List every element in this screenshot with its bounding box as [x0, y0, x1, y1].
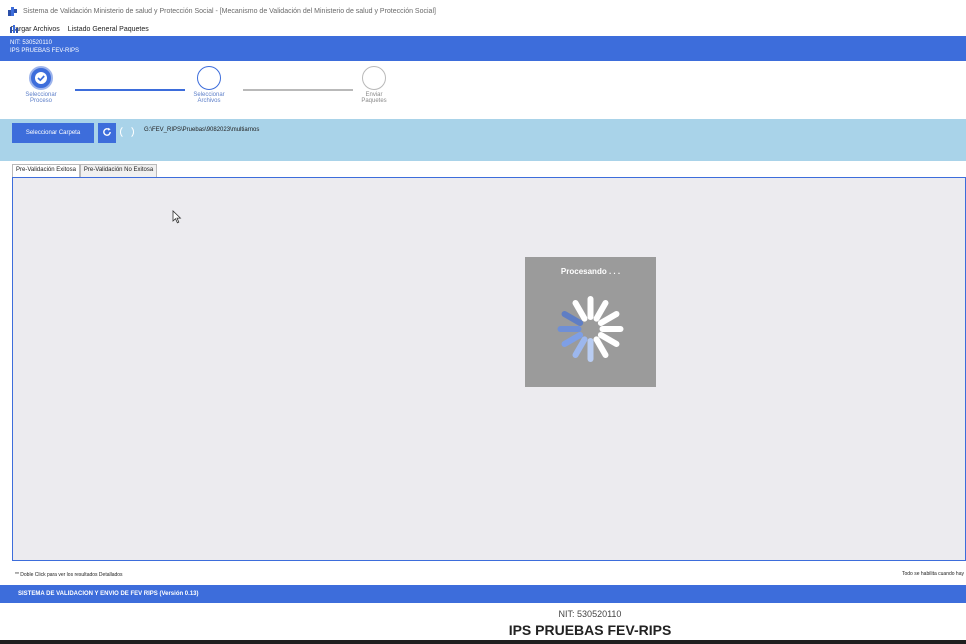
step-enviar-paquetes[interactable]: Enviar Paquetes: [339, 66, 409, 104]
window-title: Sistema de Validación Ministerio de salu…: [23, 7, 436, 15]
double-click-hint: ** Doble Click para ver los resultados D…: [15, 572, 123, 578]
spinner-spoke: [597, 311, 620, 326]
results-panel[interactable]: [12, 177, 966, 561]
mouse-pointer-icon: [172, 210, 182, 229]
step-connector: [243, 89, 353, 91]
footer-ips-name: IPS PRUEBAS FEV-RIPS: [508, 622, 672, 638]
tab-pre-validacion-exitosa[interactable]: Pre-Validación Exitosa: [12, 164, 80, 177]
spinner-spoke: [572, 300, 588, 322]
spinner-spoke: [572, 336, 588, 358]
step-seleccionar-archivos[interactable]: Seleccionar Archivos: [174, 66, 244, 104]
step-label: Paquetes: [361, 98, 387, 104]
menu-app-icon: [10, 25, 18, 35]
system-footer: SISTEMA DE VALIDACION Y ENVIO DE FEV RIP…: [0, 585, 966, 603]
ips-footer: NIT: 530520110 IPS PRUEBAS FEV-RIPS: [0, 603, 966, 640]
hints-row: ** Doble Click para ver los resultados D…: [0, 569, 966, 585]
spinner-spoke: [593, 300, 609, 322]
taskbar: [0, 640, 966, 644]
system-version-label: SISTEMA DE VALIDACION Y ENVIO DE FEV RIP…: [18, 591, 199, 597]
loading-spinner-icon: [120, 125, 134, 139]
refresh-icon: [102, 124, 112, 142]
tab-pre-validacion-no-exitosa[interactable]: Pre-Validación No Exitosa: [79, 164, 158, 177]
enable-hint: Todo se habilita cuando hay: [902, 571, 964, 577]
result-tabs: Pre-Validación Exitosa Pre-Validación No…: [12, 164, 158, 177]
spinner-spoke: [597, 332, 620, 347]
step-circle-icon: [197, 66, 221, 90]
header-ips: IPS PRUEBAS FEV-RIPS: [10, 48, 80, 54]
folder-toolbar: Seleccionar Carpeta G:\FEV_RIPS\Pruebas\…: [0, 119, 966, 161]
footer-nit: NIT: 530520110: [558, 609, 622, 619]
check-icon: [29, 66, 53, 90]
step-circle-icon: [362, 66, 386, 90]
step-seleccionar-proceso[interactable]: Seleccionar Proceso: [6, 66, 76, 104]
step-label: Archivos: [197, 98, 221, 104]
step-label: Proceso: [29, 98, 52, 104]
menu-item-listado-paquetes[interactable]: Listado General Paquetes: [68, 26, 149, 33]
step-connector: [75, 89, 185, 91]
select-folder-button[interactable]: Seleccionar Carpeta: [12, 123, 94, 143]
header-nit: NIT: 530520110: [10, 40, 52, 46]
spinner-spoke: [561, 311, 584, 326]
app-icon: [8, 6, 17, 16]
loading-spinner-icon: [557, 296, 624, 362]
spinner-spoke: [561, 332, 584, 347]
processing-dialog: Procesando . . .: [525, 257, 656, 387]
menubar: Cargar Archivos Listado General Paquetes: [0, 22, 966, 36]
spinner-spoke: [593, 336, 609, 358]
refresh-button[interactable]: [98, 123, 116, 143]
folder-path: G:\FEV_RIPS\Pruebas\9082023\multiarnos: [144, 127, 260, 133]
header-info: NIT: 530520110 IPS PRUEBAS FEV-RIPS: [0, 36, 966, 61]
window-titlebar: Sistema de Validación Ministerio de salu…: [0, 0, 966, 22]
